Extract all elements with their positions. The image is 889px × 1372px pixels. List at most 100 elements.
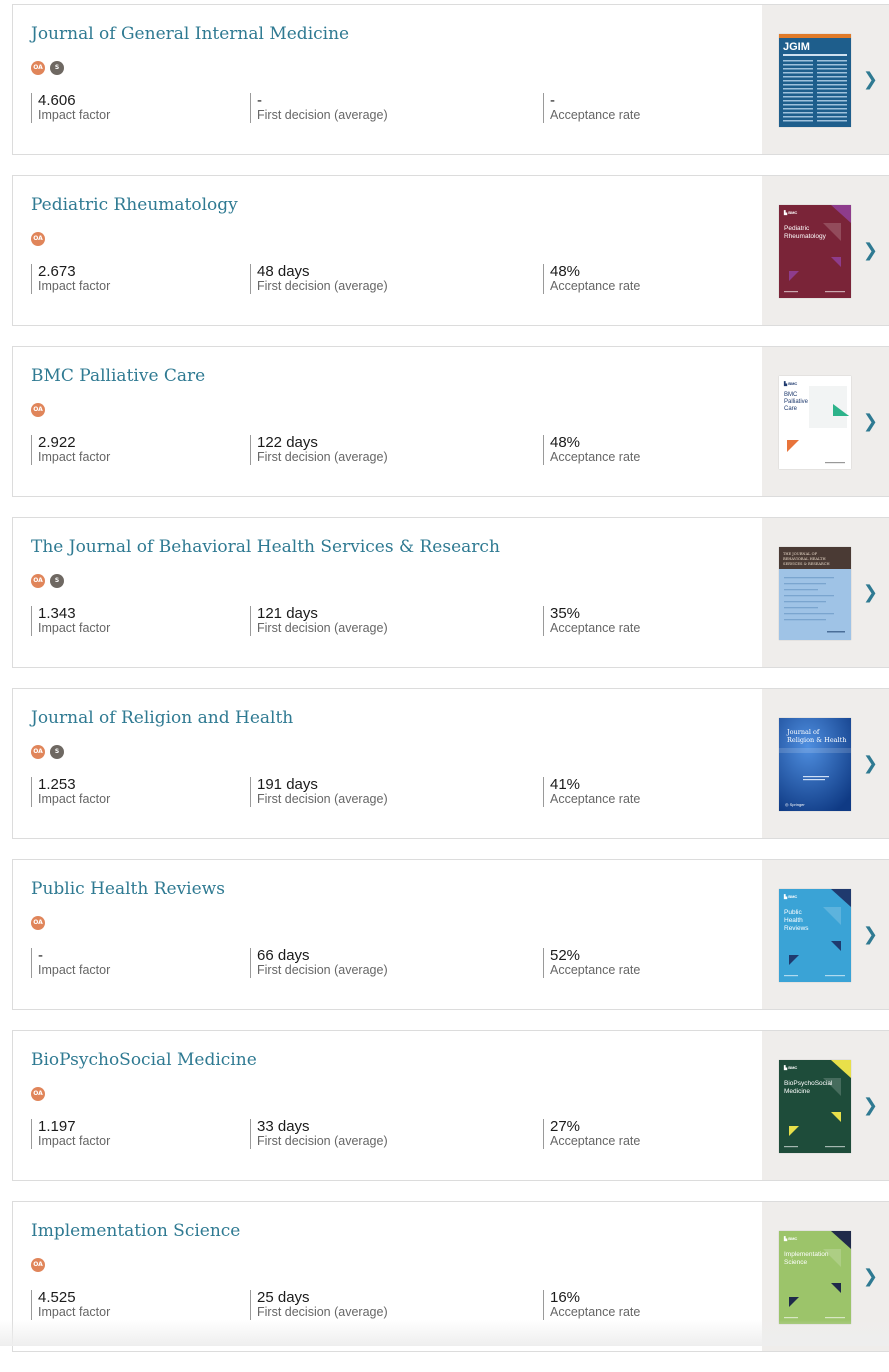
open-access-badge: OA bbox=[31, 745, 45, 759]
journal-cover-panel[interactable]: ▙ BMC Public Health Reviews ❯ bbox=[762, 860, 889, 1009]
journal-title-link[interactable]: Implementation Science bbox=[31, 1221, 240, 1241]
journal-title-link[interactable]: Journal of Religion and Health bbox=[31, 708, 293, 728]
chevron-right-icon[interactable]: ❯ bbox=[863, 755, 878, 773]
journal-title-link[interactable]: The Journal of Behavioral Health Service… bbox=[31, 537, 500, 557]
impact-factor-value: 2.922 bbox=[38, 434, 76, 451]
first-decision-label: First decision (average) bbox=[257, 963, 388, 977]
journal-title-link[interactable]: Journal of General Internal Medicine bbox=[31, 24, 349, 44]
svg-text:SERVICES & RESEARCH: SERVICES & RESEARCH bbox=[783, 562, 830, 566]
svg-text:BioPsychoSocial: BioPsychoSocial bbox=[784, 1080, 833, 1087]
acceptance-rate-metric: 35% Acceptance rate bbox=[543, 606, 640, 636]
journal-cover-panel[interactable]: ▙ BMC Pediatric Rheumatology ❯ bbox=[762, 176, 889, 325]
impact-factor-metric: 1.253 Impact factor bbox=[31, 777, 110, 807]
impact-factor-metric: 1.343 Impact factor bbox=[31, 606, 110, 636]
journal-card[interactable]: Journal of General Internal Medicine OA S 4… bbox=[12, 4, 889, 155]
journal-cover-image[interactable]: ▙ BMC Public Health Reviews bbox=[779, 889, 851, 982]
journal-card[interactable]: BMC Palliative Care OA 2.922 Impact factor 1… bbox=[12, 346, 889, 497]
impact-factor-metric: 4.606 Impact factor bbox=[31, 93, 110, 123]
journal-cover-image[interactable]: THE JOURNAL OF BEHAVIORAL HEALTH SERVICES … bbox=[779, 547, 851, 640]
first-decision-value: 191 days bbox=[257, 776, 318, 793]
first-decision-metric: 121 days First decision (average) bbox=[250, 606, 388, 636]
open-access-badge: OA bbox=[31, 1087, 45, 1101]
journal-cover-image[interactable]: Journal of Religion & Health ◎ Springer bbox=[779, 718, 851, 811]
svg-text:Science: Science bbox=[784, 1259, 808, 1266]
first-decision-metric: 33 days First decision (average) bbox=[250, 1119, 388, 1149]
subscription-badge: S bbox=[50, 61, 64, 75]
journal-cover-image[interactable]: ▙ BMC Pediatric Rheumatology bbox=[779, 205, 851, 298]
journal-cover-image[interactable]: JGIM bbox=[779, 34, 851, 127]
journal-card[interactable]: Pediatric Rheumatology OA 2.673 Impact fact… bbox=[12, 175, 889, 326]
svg-text:Journal of: Journal of bbox=[786, 728, 820, 736]
journal-cover-image[interactable]: ▙ BMC BioPsychoSocial Medicine bbox=[779, 1060, 851, 1153]
impact-factor-label: Impact factor bbox=[38, 1305, 111, 1319]
journal-card[interactable]: Public Health Reviews OA - Impact factor 66 … bbox=[12, 859, 889, 1010]
access-badges: OA S bbox=[31, 574, 69, 588]
journal-card[interactable]: The Journal of Behavioral Health Service… bbox=[12, 517, 889, 668]
acceptance-rate-metric: - Acceptance rate bbox=[543, 93, 640, 123]
acceptance-rate-value: 16% bbox=[550, 1289, 581, 1306]
acceptance-rate-label: Acceptance rate bbox=[550, 279, 641, 293]
first-decision-label: First decision (average) bbox=[257, 279, 388, 293]
journal-card[interactable]: Journal of Religion and Health OA S 1.253 Im… bbox=[12, 688, 889, 839]
access-badges: OA bbox=[31, 916, 50, 930]
journal-cover-image[interactable]: ▙ BMC BMC Palliative Care bbox=[779, 376, 851, 469]
chevron-right-icon[interactable]: ❯ bbox=[863, 926, 878, 944]
journal-card[interactable]: BioPsychoSocial Medicine OA 1.197 Impact fa… bbox=[12, 1030, 889, 1181]
acceptance-rate-metric: 48% Acceptance rate bbox=[543, 435, 640, 465]
journal-list: Journal of General Internal Medicine OA S 4… bbox=[12, 4, 889, 1372]
access-badges: OA bbox=[31, 403, 50, 417]
journal-cover-panel[interactable]: JGIM ❯ bbox=[762, 5, 889, 154]
acceptance-rate-value: 48% bbox=[550, 434, 581, 451]
acceptance-rate-value: - bbox=[550, 92, 555, 109]
journal-title-link[interactable]: Public Health Reviews bbox=[31, 879, 225, 899]
impact-factor-metric: 4.525 Impact factor bbox=[31, 1290, 110, 1320]
first-decision-value: 48 days bbox=[257, 263, 310, 280]
access-badges: OA S bbox=[31, 745, 69, 759]
first-decision-metric: 191 days First decision (average) bbox=[250, 777, 388, 807]
access-badges: OA S bbox=[31, 61, 69, 75]
impact-factor-metric: 1.197 Impact factor bbox=[31, 1119, 110, 1149]
journal-cover-panel[interactable]: THE JOURNAL OF BEHAVIORAL HEALTH SERVICES … bbox=[762, 518, 889, 667]
first-decision-metric: 122 days First decision (average) bbox=[250, 435, 388, 465]
first-decision-value: 122 days bbox=[257, 434, 318, 451]
journal-title-link[interactable]: Pediatric Rheumatology bbox=[31, 195, 238, 215]
open-access-badge: OA bbox=[31, 1258, 45, 1272]
acceptance-rate-label: Acceptance rate bbox=[550, 963, 641, 977]
chevron-right-icon[interactable]: ❯ bbox=[863, 584, 878, 602]
chevron-right-icon[interactable]: ❯ bbox=[863, 242, 878, 260]
journal-title-link[interactable]: BioPsychoSocial Medicine bbox=[31, 1050, 257, 1070]
journal-cover-image[interactable]: ▙ BMC Implementation Science bbox=[779, 1231, 851, 1324]
impact-factor-value: 2.673 bbox=[38, 263, 76, 280]
acceptance-rate-value: 48% bbox=[550, 263, 581, 280]
journal-cover-panel[interactable]: Journal of Religion & Health ◎ Springer ❯ bbox=[762, 689, 889, 838]
first-decision-metric: 66 days First decision (average) bbox=[250, 948, 388, 978]
acceptance-rate-metric: 27% Acceptance rate bbox=[543, 1119, 640, 1149]
chevron-right-icon[interactable]: ❯ bbox=[863, 413, 878, 431]
impact-factor-metric: 2.922 Impact factor bbox=[31, 435, 110, 465]
first-decision-label: First decision (average) bbox=[257, 108, 388, 122]
first-decision-metric: 48 days First decision (average) bbox=[250, 264, 388, 294]
acceptance-rate-label: Acceptance rate bbox=[550, 621, 641, 635]
svg-text:JGIM: JGIM bbox=[783, 41, 810, 53]
chevron-right-icon[interactable]: ❯ bbox=[863, 1268, 878, 1286]
svg-text:◎ Springer: ◎ Springer bbox=[785, 802, 805, 807]
chevron-right-icon[interactable]: ❯ bbox=[863, 71, 878, 89]
acceptance-rate-value: 35% bbox=[550, 605, 581, 622]
impact-factor-value: 4.525 bbox=[38, 1289, 76, 1306]
acceptance-rate-metric: 41% Acceptance rate bbox=[543, 777, 640, 807]
svg-text:Public: Public bbox=[784, 909, 802, 916]
first-decision-value: 121 days bbox=[257, 605, 318, 622]
journal-title-link[interactable]: BMC Palliative Care bbox=[31, 366, 205, 386]
acceptance-rate-value: 27% bbox=[550, 1118, 581, 1135]
journal-cover-panel[interactable]: ▙ BMC BMC Palliative Care ❯ bbox=[762, 347, 889, 496]
chevron-right-icon[interactable]: ❯ bbox=[863, 1097, 878, 1115]
svg-text:BMC: BMC bbox=[784, 392, 798, 398]
first-decision-label: First decision (average) bbox=[257, 1134, 388, 1148]
impact-factor-label: Impact factor bbox=[38, 621, 111, 635]
access-badges: OA bbox=[31, 1258, 50, 1272]
svg-text:Health: Health bbox=[784, 917, 803, 924]
subscription-badge: S bbox=[50, 745, 64, 759]
first-decision-value: 66 days bbox=[257, 947, 310, 964]
journal-cover-panel[interactable]: ▙ BMC BioPsychoSocial Medicine ❯ bbox=[762, 1031, 889, 1180]
svg-text:Medicine: Medicine bbox=[784, 1088, 810, 1095]
